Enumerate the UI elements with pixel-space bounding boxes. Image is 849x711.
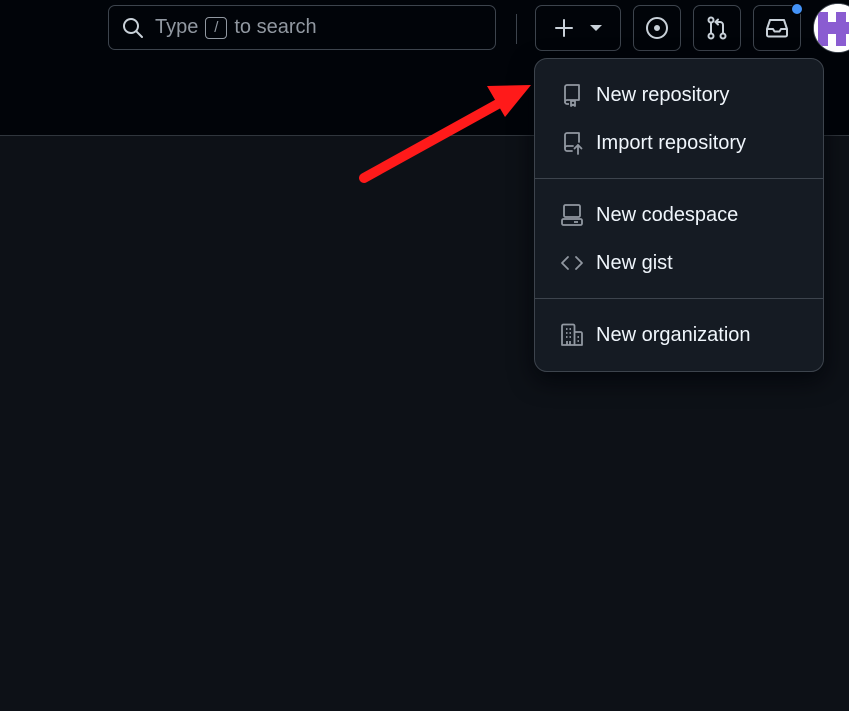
header-divider: [516, 14, 517, 44]
menu-item-label: Import repository: [596, 131, 747, 154]
search-placeholder-prefix: Type: [155, 16, 199, 38]
organization-icon: [559, 322, 585, 348]
notification-indicator: [791, 3, 803, 15]
menu-item-new-organization[interactable]: New organization: [543, 313, 815, 357]
issues-button[interactable]: [633, 5, 681, 51]
git-pull-request-icon: [704, 15, 730, 41]
menu-item-label: New organization: [596, 323, 751, 346]
create-new-dropdown-menu: New repository Import repository New cod…: [534, 58, 824, 372]
plus-icon: [553, 17, 575, 39]
search-placeholder-suffix: to search: [234, 16, 317, 38]
inbox-icon: [764, 15, 790, 41]
avatar[interactable]: [813, 3, 849, 53]
issue-opened-icon: [644, 15, 670, 41]
menu-item-import-repository[interactable]: Import repository: [543, 121, 815, 165]
menu-item-label: New gist: [596, 251, 673, 274]
search-input[interactable]: Type / to search: [108, 5, 496, 50]
pull-requests-button[interactable]: [693, 5, 741, 51]
search-shortcut-key: /: [205, 16, 228, 39]
menu-divider: [535, 178, 823, 179]
menu-item-new-gist[interactable]: New gist: [543, 241, 815, 285]
menu-item-label: New repository: [596, 83, 730, 106]
repo-icon: [559, 82, 585, 108]
menu-item-label: New codespace: [596, 203, 739, 226]
code-icon: [559, 250, 585, 276]
identicon: [814, 4, 849, 52]
repo-push-icon: [559, 130, 585, 156]
triangle-down-icon: [589, 23, 603, 33]
menu-item-new-repository[interactable]: New repository: [543, 73, 815, 117]
search-icon: [121, 16, 145, 40]
create-new-button[interactable]: [535, 5, 621, 51]
menu-divider: [535, 298, 823, 299]
menu-item-new-codespace[interactable]: New codespace: [543, 193, 815, 237]
codespaces-icon: [559, 202, 585, 228]
